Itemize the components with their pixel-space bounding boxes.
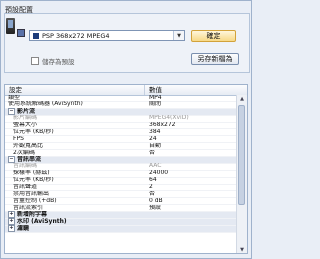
property-name: 採樣率 (赫茲) xyxy=(5,170,145,177)
property-name-text: 位元率 (KB/秒) xyxy=(13,128,54,135)
property-value[interactable]: 自動 xyxy=(145,143,237,150)
save-icon xyxy=(17,29,25,37)
ok-button[interactable]: 確定 xyxy=(191,30,236,42)
save-as-button[interactable]: 另存新檔為 xyxy=(191,53,239,65)
preset-dropdown[interactable]: PSP 368x272 MPEG4 ▼ xyxy=(29,30,185,41)
device-icon xyxy=(6,18,15,34)
property-name: 位元率 (KB/秒) xyxy=(5,129,145,136)
property-value[interactable]: 384 xyxy=(145,129,237,136)
property-name-text: 音訊編碼 xyxy=(13,163,38,170)
property-value[interactable]: 否 xyxy=(145,191,237,198)
property-name-text: 位元率 (KB/秒) xyxy=(13,177,54,184)
property-name-text: 濾鏡 xyxy=(17,224,30,232)
property-name-text: 音訊串流 xyxy=(17,156,42,164)
property-name-text: 外觀寬高比 xyxy=(13,142,44,149)
property-value[interactable]: 否 xyxy=(145,150,237,157)
header-setting[interactable]: 設定 xyxy=(5,85,145,95)
property-name: 外觀寬高比 xyxy=(5,143,145,150)
property-name-text: 禁用音訊輸出 xyxy=(13,190,50,197)
property-name-text: 類型 xyxy=(8,94,21,101)
property-name: 影片編碼 xyxy=(5,115,145,122)
scroll-thumb[interactable] xyxy=(238,105,245,205)
property-name-text: 音量控制 (+dB) xyxy=(13,197,57,204)
scroll-down-icon[interactable]: ▼ xyxy=(237,246,247,253)
property-name-text: FPS xyxy=(13,135,24,142)
property-name-text: 2次編碼 xyxy=(13,149,35,156)
scroll-up-icon[interactable]: ▲ xyxy=(237,95,247,103)
save-as-default-checkbox[interactable] xyxy=(31,57,39,65)
property-name-text: 音訊流索引 xyxy=(13,204,44,211)
property-value[interactable]: 2 xyxy=(145,184,237,191)
property-name: 類型 xyxy=(5,95,145,102)
property-value[interactable]: 368x272 xyxy=(145,122,237,129)
property-name-text: 採樣率 (赫茲) xyxy=(13,170,50,177)
property-value: MPEG4(XviD) xyxy=(149,115,189,122)
property-value[interactable]: 64 xyxy=(145,177,237,184)
collapse-icon[interactable]: − xyxy=(8,107,15,115)
property-value[interactable]: 預設 xyxy=(145,205,237,212)
property-name-text: 影片流 xyxy=(17,107,36,115)
save-as-default-label: 儲存為預設 xyxy=(42,58,75,66)
output-settings-window: 預設配置 PSP 368x272 MPEG4 ▼ 確定 儲存為預設 另存新檔為 … xyxy=(0,0,252,259)
property-name: 螢幕大小 xyxy=(5,122,145,129)
property-rows: 類型 MP4 使用系統解碼器 (AviSynth) 關閉 − 影片流 影片編碼 MPEG4(X… xyxy=(5,95,237,233)
property-name: 禁用音訊輸出 xyxy=(5,191,145,198)
property-name: + 濾鏡 xyxy=(5,224,145,233)
property-name: 音量控制 (+dB) xyxy=(5,198,145,205)
property-section-row[interactable]: + 濾鏡 xyxy=(5,224,237,233)
property-value[interactable]: 24 xyxy=(145,136,237,143)
property-name-text: 使用系統解碼器 (AviSynth) xyxy=(8,101,83,108)
property-name: 位元率 (KB/秒) xyxy=(5,177,145,184)
property-value[interactable]: 24000 xyxy=(145,170,237,177)
header-value[interactable]: 數值 xyxy=(145,85,241,95)
property-name: 音訊聲道 xyxy=(5,184,145,191)
property-value: AAC xyxy=(149,163,162,170)
property-name: 音訊編碼 xyxy=(5,163,145,170)
collapse-icon[interactable]: − xyxy=(8,156,15,164)
property-value[interactable]: 0 dB xyxy=(145,198,237,205)
property-value[interactable]: MP4 xyxy=(145,95,237,102)
property-grid: 設定 數值 類型 MP4 使用系統解碼器 (AviSynth) 關閉 − 影片流 影片編碼 M… xyxy=(4,84,248,254)
expand-icon[interactable]: + xyxy=(8,224,15,232)
vertical-scrollbar[interactable]: ▲ ▼ xyxy=(236,95,247,253)
property-name: FPS xyxy=(5,136,145,143)
property-name-text: 音訊聲道 xyxy=(13,184,38,191)
property-value[interactable]: 關閉 xyxy=(145,101,237,108)
property-name-text: 影片編碼 xyxy=(13,115,38,122)
preset-selected-value: PSP 368x272 MPEG4 xyxy=(42,31,110,40)
property-name-text: 螢幕大小 xyxy=(13,122,38,129)
psp-icon xyxy=(33,32,39,39)
chevron-down-icon[interactable]: ▼ xyxy=(173,31,184,40)
save-as-default-row[interactable]: 儲存為預設 xyxy=(31,56,75,66)
